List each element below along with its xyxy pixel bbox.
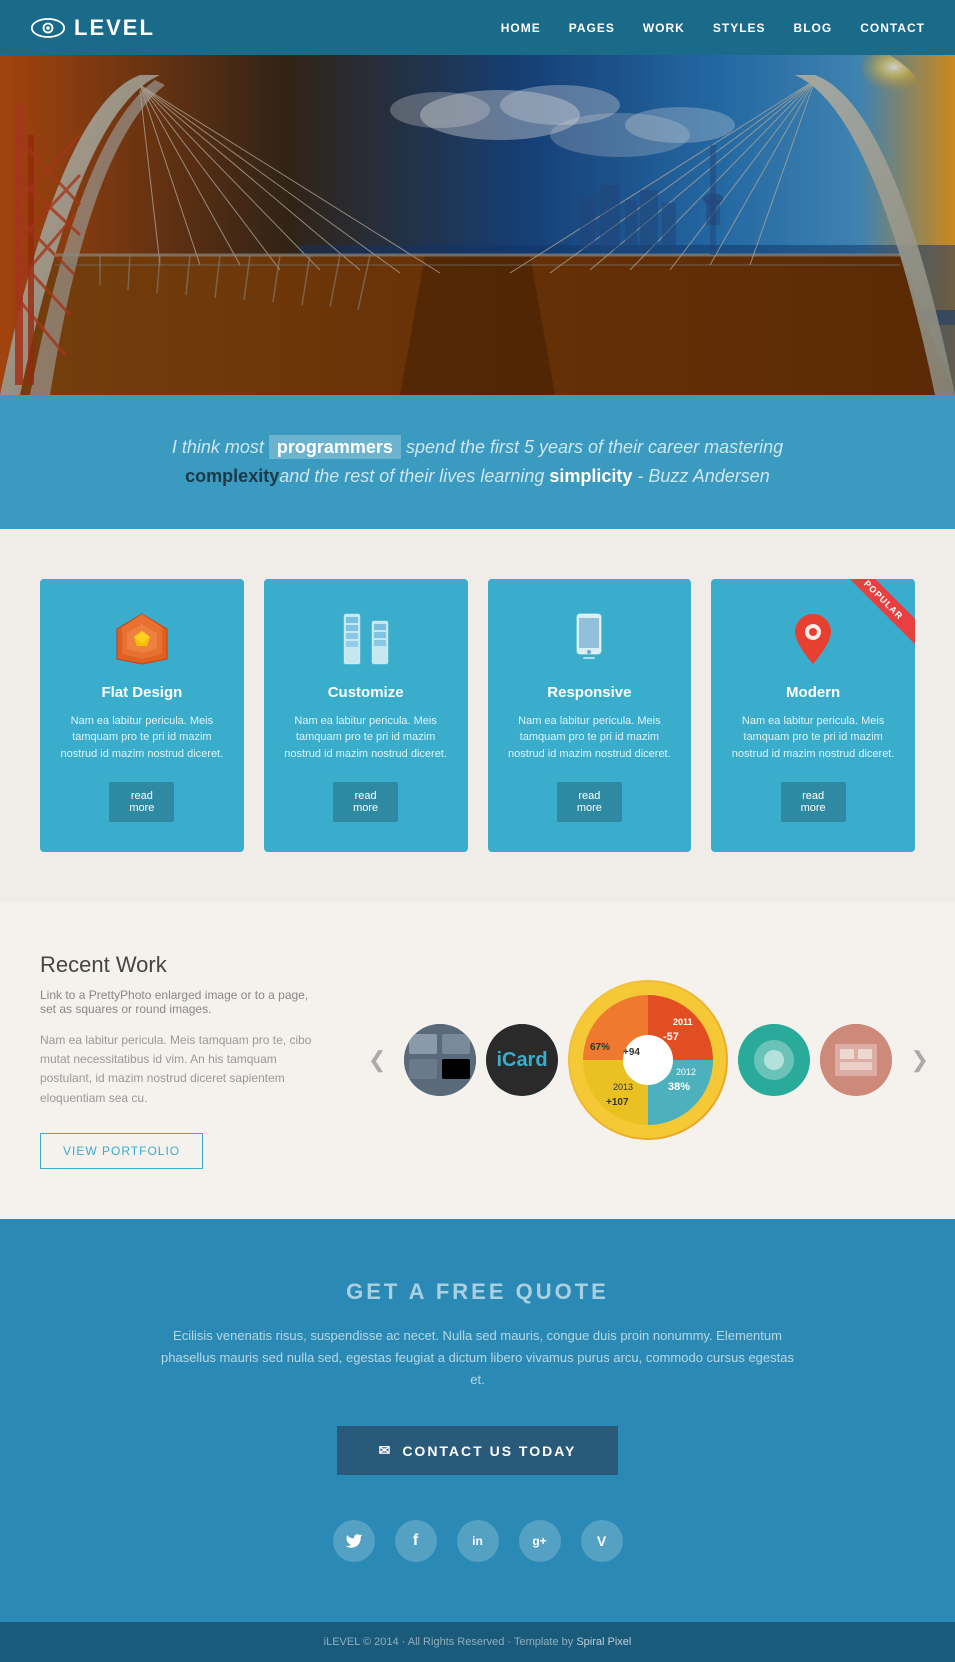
social-twitter[interactable] (333, 1520, 375, 1562)
nav-home[interactable]: HOME (501, 21, 541, 35)
read-more-modern-btn[interactable]: readmore (781, 782, 846, 822)
carousel-thumb-3[interactable] (738, 1024, 810, 1096)
hero-section (0, 55, 955, 395)
feature-desc-responsive: Nam ea labitur pericula. Meis tamquam pr… (508, 713, 672, 763)
footer: iLEVEL © 2014 · All Rights Reserved · Te… (0, 1622, 955, 1662)
contact-btn[interactable]: ✉ CONTACT US TODAY (337, 1426, 619, 1475)
quote-simplicity: simplicity (549, 466, 632, 486)
svg-text:+94: +94 (623, 1047, 640, 1058)
cta-title: GET A FREE QUOTE (40, 1279, 915, 1305)
social-facebook[interactable]: f (395, 1520, 437, 1562)
linkedin-icon: in (472, 1534, 483, 1548)
portfolio-chart[interactable]: 2011 -57 2012 38% 2013 +107 67% +94 (568, 980, 728, 1140)
hero-image (0, 55, 955, 395)
googleplus-icon: g+ (532, 1534, 546, 1548)
feature-desc-flat: Nam ea labitur pericula. Meis tamquam pr… (60, 713, 224, 763)
carousel-items: iCard 2011 -57 2012 38% (404, 980, 892, 1140)
contact-btn-label: CONTACT US TODAY (402, 1443, 576, 1459)
portfolio-carousel: ❮ iCard (360, 980, 937, 1140)
vimeo-icon: V (597, 1533, 606, 1549)
svg-text:2012: 2012 (676, 1067, 696, 1077)
nav-blog[interactable]: BLOG (794, 21, 833, 35)
recent-work-section: Recent Work Link to a PrettyPhoto enlarg… (0, 902, 955, 1219)
quote-text: I think most programmers spend the first… (80, 433, 875, 491)
quote-section: I think most programmers spend the first… (0, 395, 955, 529)
feature-card-customize: Customize Nam ea labitur pericula. Meis … (264, 579, 468, 853)
nav-pages[interactable]: PAGES (569, 21, 615, 35)
footer-brand-link[interactable]: Spiral Pixel (576, 1636, 631, 1648)
svg-text:2013: 2013 (613, 1082, 633, 1092)
recent-work-subtitle: Link to a PrettyPhoto enlarged image or … (40, 988, 320, 1016)
svg-text:iCard: iCard (497, 1049, 548, 1071)
cta-section: GET A FREE QUOTE Ecilisis venenatis risu… (0, 1219, 955, 1622)
features-grid: Flat Design Nam ea labitur pericula. Mei… (40, 579, 915, 853)
quote-rest: and the rest of their lives learning (279, 466, 549, 486)
social-linkedin[interactable]: in (457, 1520, 499, 1562)
cta-desc: Ecilisis venenatis risus, suspendisse ac… (158, 1325, 798, 1391)
navbar: LEVEL HOME PAGES WORK STYLES BLOG CONTAC… (0, 0, 955, 55)
carousel-prev-btn[interactable]: ❮ (360, 1047, 394, 1073)
feature-card-responsive: Responsive Nam ea labitur pericula. Meis… (488, 579, 692, 853)
social-icons: f in g+ V (40, 1520, 915, 1562)
logo-eye-icon (30, 18, 66, 38)
contact-envelope-icon: ✉ (379, 1442, 393, 1459)
modern-icon (783, 609, 843, 669)
feature-card-modern: Modern Nam ea labitur pericula. Meis tam… (711, 579, 915, 853)
read-more-flat-btn[interactable]: readmore (109, 782, 174, 822)
carousel-next-btn[interactable]: ❯ (902, 1047, 936, 1073)
flat-design-icon (112, 609, 172, 669)
feature-desc-modern: Nam ea labitur pericula. Meis tamquam pr… (731, 713, 895, 763)
svg-text:+107: +107 (606, 1097, 629, 1108)
carousel-thumb-2[interactable]: iCard (486, 1024, 558, 1096)
read-more-customize-btn[interactable]: readmore (333, 782, 398, 822)
footer-text: iLEVEL © 2014 · All Rights Reserved · Te… (324, 1636, 577, 1648)
recent-work-title: Recent Work (40, 952, 320, 978)
responsive-icon (559, 609, 619, 669)
social-vimeo[interactable]: V (581, 1520, 623, 1562)
quote-mid: spend the first 5 years of their career … (401, 437, 783, 457)
quote-prefix: I think most (172, 437, 269, 457)
logo[interactable]: LEVEL (30, 15, 155, 41)
logo-text: LEVEL (74, 15, 155, 41)
svg-text:67%: 67% (590, 1042, 610, 1053)
svg-text:2011: 2011 (673, 1017, 693, 1027)
facebook-icon: f (413, 1532, 418, 1550)
recent-work-text: Recent Work Link to a PrettyPhoto enlarg… (40, 952, 320, 1169)
quote-author: - Buzz Andersen (632, 466, 769, 486)
quote-complexity: complexity (185, 466, 279, 486)
customize-icon (336, 609, 396, 669)
feature-title-responsive: Responsive (508, 684, 672, 701)
nav-contact[interactable]: CONTACT (860, 21, 925, 35)
carousel-thumb-1[interactable] (404, 1024, 476, 1096)
feature-card-flat-design: Flat Design Nam ea labitur pericula. Mei… (40, 579, 244, 853)
svg-text:38%: 38% (668, 1081, 690, 1093)
feature-title-customize: Customize (284, 684, 448, 701)
recent-work-desc: Nam ea labitur pericula. Meis tamquam pr… (40, 1031, 320, 1108)
read-more-responsive-btn[interactable]: readmore (557, 782, 622, 822)
carousel-thumb-4[interactable] (820, 1024, 892, 1096)
social-googleplus[interactable]: g+ (519, 1520, 561, 1562)
nav-styles[interactable]: STYLES (713, 21, 766, 35)
view-portfolio-btn[interactable]: VIEW PORTFOLIO (40, 1133, 203, 1169)
feature-title-flat: Flat Design (60, 684, 224, 701)
nav-work[interactable]: WORK (643, 21, 685, 35)
quote-highlight: programmers (269, 435, 401, 459)
feature-title-modern: Modern (731, 684, 895, 701)
svg-text:-57: -57 (663, 1031, 679, 1043)
feature-desc-customize: Nam ea labitur pericula. Meis tamquam pr… (284, 713, 448, 763)
nav-links: HOME PAGES WORK STYLES BLOG CONTACT (501, 19, 925, 37)
features-section: Flat Design Nam ea labitur pericula. Mei… (0, 529, 955, 903)
